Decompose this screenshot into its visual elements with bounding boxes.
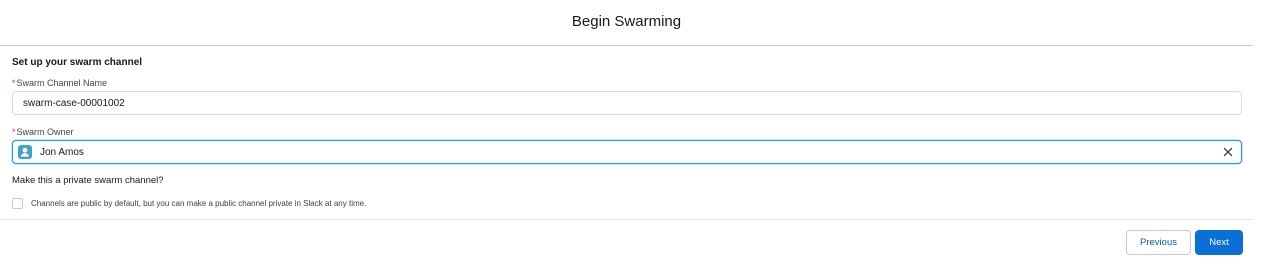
modal-title: Begin Swarming [571,13,682,30]
private-channel-question: Make this a private swarm channel? [12,175,164,186]
footer-divider [0,219,1253,220]
next-button[interactable]: Next [1195,230,1243,255]
swarm-owner-label: *Swarm Owner [12,127,74,137]
required-marker: * [12,127,16,137]
private-channel-checkbox-label: Channels are public by default, but you … [31,199,367,208]
channel-name-value: swarm-case-00001002 [23,98,125,109]
required-marker: * [12,78,16,88]
modal-header: Begin Swarming [0,0,1253,46]
swarm-owner-label-text: Swarm Owner [16,127,74,137]
channel-name-label-text: Swarm Channel Name [16,78,108,88]
swarm-owner-value: Jon Amos [40,147,84,158]
user-icon [18,145,32,159]
section-title: Set up your swarm channel [12,57,143,68]
channel-name-input[interactable]: swarm-case-00001002 [12,91,1242,115]
swarm-owner-lookup[interactable]: Jon Amos [12,140,1242,164]
previous-button[interactable]: Previous [1126,230,1191,255]
channel-name-label: *Swarm Channel Name [12,78,107,88]
private-channel-checkbox[interactable] [12,198,23,209]
begin-swarming-modal: Begin Swarming Set up your swarm channel… [0,0,1266,262]
close-icon[interactable] [1221,145,1235,159]
